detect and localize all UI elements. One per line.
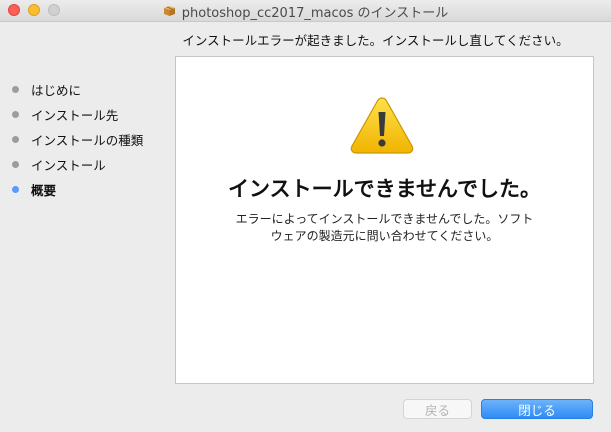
error-headline: インストールできませんでした。	[228, 177, 541, 201]
steps-sidebar: はじめに インストール先 インストールの種類 インストール 概要	[10, 77, 170, 202]
window-title-wrap: photoshop_cc2017_macos のインストール	[0, 0, 611, 22]
step-label: 概要	[31, 183, 57, 198]
step-bullet	[12, 136, 19, 143]
sidebar-step-destination: インストール先	[10, 102, 170, 127]
step-bullet	[12, 161, 19, 168]
step-bullet	[12, 111, 19, 118]
step-label: インストールの種類	[31, 133, 144, 148]
sidebar-step-installation-type: インストールの種類	[10, 127, 170, 152]
status-subtitle: インストールエラーが起きました。インストールし直してください。	[182, 33, 569, 48]
step-bullet-active	[12, 186, 19, 193]
step-label: インストール先	[31, 108, 119, 123]
package-icon	[163, 5, 176, 17]
back-button[interactable]: 戻る	[403, 399, 472, 419]
sidebar-step-summary: 概要	[10, 177, 170, 202]
error-message: エラーによってインストールできませんでした。ソフト ウェアの製造元に問い合わせて…	[176, 211, 593, 245]
close-button[interactable]: 閉じる	[481, 399, 593, 419]
installer-window: photoshop_cc2017_macos のインストール インストールエラー…	[0, 0, 611, 432]
error-message-line-2: ウェアの製造元に問い合わせてください。	[270, 229, 499, 243]
step-bullet	[12, 86, 19, 93]
step-label: インストール	[31, 158, 106, 173]
sidebar-step-introduction: はじめに	[10, 77, 170, 102]
sidebar-step-installation: インストール	[10, 152, 170, 177]
title-bar: photoshop_cc2017_macos のインストール	[0, 0, 611, 22]
content-panel: インストールできませんでした。 エラーによってインストールできませんでした。ソフ…	[175, 56, 594, 384]
error-message-line-1: エラーによってインストールできませんでした。ソフト	[235, 212, 534, 226]
warning-icon	[349, 95, 415, 155]
step-label: はじめに	[31, 83, 82, 98]
window-title: photoshop_cc2017_macos のインストール	[181, 5, 449, 21]
